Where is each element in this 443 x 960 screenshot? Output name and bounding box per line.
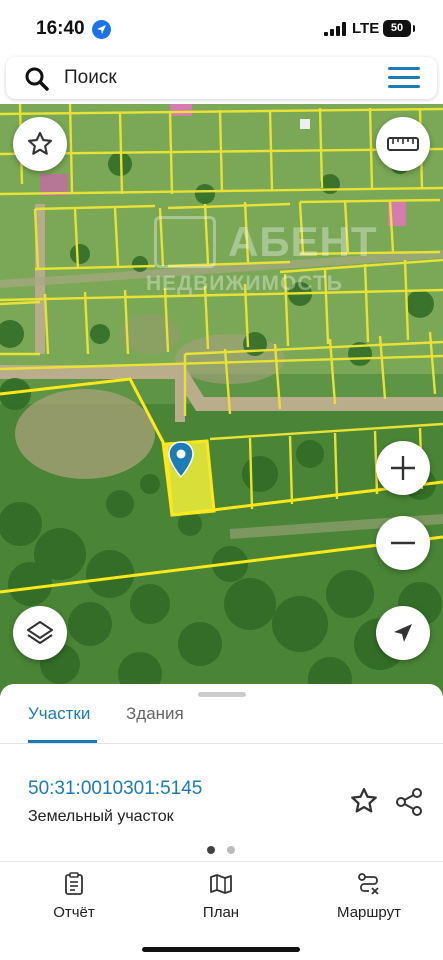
- report-icon: [65, 872, 83, 895]
- search-icon[interactable]: [24, 66, 50, 92]
- search-bar: [6, 57, 437, 99]
- nav-route[interactable]: Маршрут: [314, 872, 424, 921]
- page-dot-active: [207, 846, 215, 854]
- parcel-type-label: Земельный участок: [28, 808, 174, 825]
- status-bar: 16:40 LTE 50: [0, 0, 443, 56]
- tab-buildings[interactable]: Здания: [126, 704, 184, 744]
- satellite-map: [0, 104, 443, 696]
- map-plan-icon: [210, 874, 232, 894]
- status-time: 16:40: [36, 18, 85, 39]
- star-outline-icon[interactable]: [349, 786, 379, 816]
- signal-icon: [324, 22, 346, 36]
- nav-report-label: Отчёт: [53, 904, 95, 921]
- zoom-out-button[interactable]: [376, 516, 430, 570]
- ruler-button[interactable]: [376, 117, 430, 171]
- nav-plan-label: План: [202, 904, 240, 921]
- map-pin-icon[interactable]: [167, 441, 195, 479]
- my-location-button[interactable]: [376, 606, 430, 660]
- map-view[interactable]: АБЕНТ НЕДВИЖИМОСТЬ: [0, 104, 443, 696]
- plus-icon: [391, 456, 415, 480]
- bottom-nav: Отчёт План Маршрут: [0, 861, 443, 960]
- favorite-map-button[interactable]: [13, 117, 67, 171]
- page-dot: [227, 846, 235, 854]
- share-icon[interactable]: [393, 786, 425, 818]
- layers-button[interactable]: [13, 606, 67, 660]
- navigation-arrow-icon: [394, 624, 412, 642]
- sheet-grabber[interactable]: [198, 692, 246, 697]
- battery-icon: 50: [383, 20, 415, 37]
- home-indicator: [142, 947, 300, 952]
- network-label: LTE: [352, 20, 380, 37]
- menu-icon[interactable]: [388, 67, 420, 89]
- tabs-divider: [0, 743, 443, 744]
- nav-plan[interactable]: План: [166, 872, 276, 921]
- parcel-info-sheet: Участки Здания 50:31:0010301:5145 Земель…: [0, 684, 443, 861]
- ruler-icon: [387, 137, 419, 151]
- zoom-in-button[interactable]: [376, 441, 430, 495]
- search-input[interactable]: [64, 67, 364, 89]
- star-outline-icon: [27, 131, 53, 155]
- nav-report[interactable]: Отчёт: [19, 872, 129, 921]
- route-icon: [358, 873, 379, 895]
- minus-icon: [391, 541, 415, 545]
- cadastral-number-link[interactable]: 50:31:0010301:5145: [28, 778, 202, 800]
- layers-icon: [27, 621, 53, 644]
- tab-plots[interactable]: Участки: [28, 704, 90, 744]
- location-arrow-icon: [92, 20, 111, 39]
- nav-route-label: Маршрут: [337, 904, 401, 921]
